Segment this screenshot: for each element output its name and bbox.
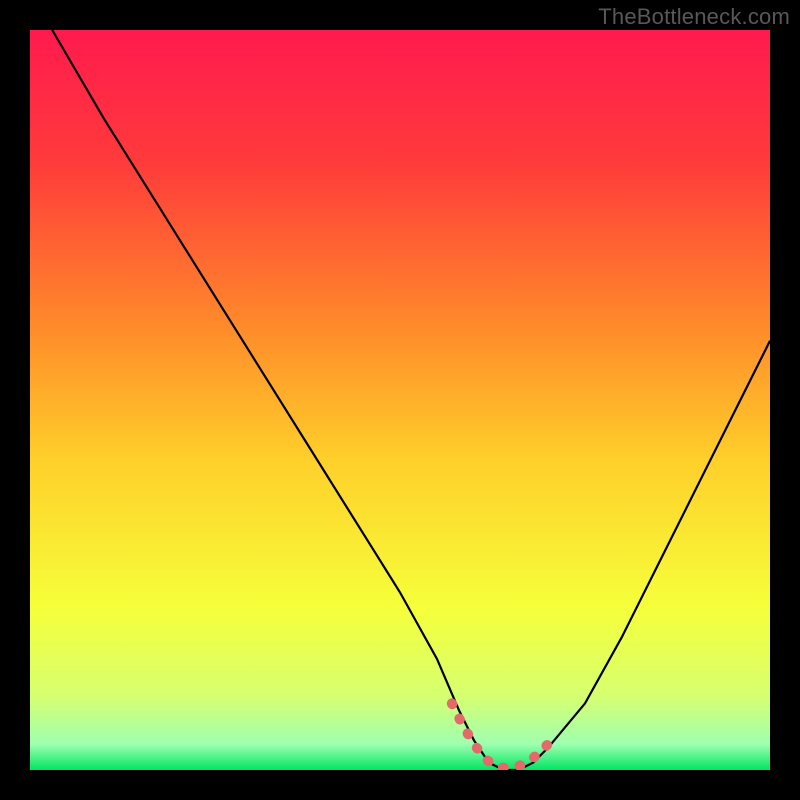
chart-frame: TheBottleneck.com: [0, 0, 800, 800]
attribution-label: TheBottleneck.com: [598, 4, 790, 30]
gradient-background: [30, 30, 770, 770]
bottleneck-chart: [30, 30, 770, 770]
